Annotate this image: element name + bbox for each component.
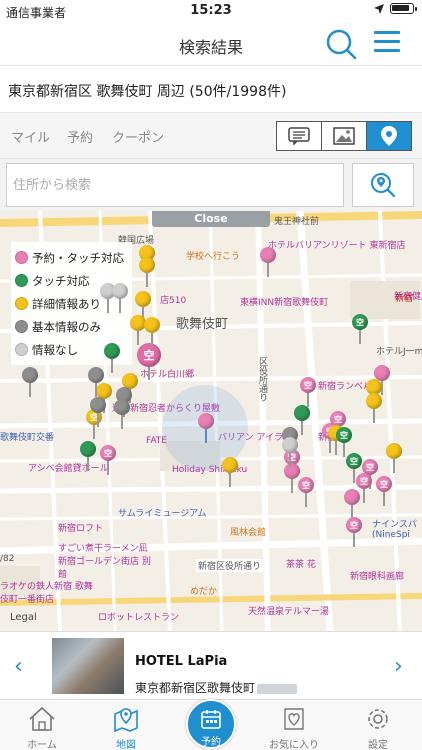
map-label: ホテルバリアンリゾート 東新宿店 [268,241,406,251]
hotel-pin[interactable] [260,247,276,277]
hotel-pin[interactable]: 空 [100,445,116,475]
hotel-pin[interactable] [144,317,160,347]
map-label: 東横INN新宿歌舞伎町 [240,298,329,308]
map-label: 新宿眼科画廊 [350,572,405,582]
tab-map[interactable]: 地図 [84,700,168,750]
favorites-icon [284,708,304,730]
location-arrow-icon [374,3,384,14]
hotel-thumbnail [52,638,124,694]
home-icon [29,706,55,731]
image-icon [333,127,355,145]
hotel-pin[interactable] [282,437,298,467]
hotel-pin[interactable] [114,399,130,429]
map-label: ホテルJ一mex [376,347,422,357]
hotel-pin[interactable]: 空 [346,453,362,483]
map-close-button[interactable]: Close [152,211,270,227]
battery-icon [390,3,417,14]
status-time: 15:23 [190,3,232,18]
tab-reserve[interactable]: 予約 [186,699,236,749]
map-district-label: 歌舞伎町 [176,317,229,332]
legend-swatch [15,251,28,264]
map-label: ナインスパ (NineSpi [372,520,417,540]
map-view[interactable]: Close 鬼王神社前 韓国広場 学校へ行こう ホテルバリアンリゾート 東新宿店… [0,211,422,631]
map-label: アシベ会館貸ホール [28,464,109,474]
gear-icon [368,709,388,729]
hotel-card[interactable]: ‹ HOTEL LaPia 東京都新宿区歌舞伎町 › [0,631,422,699]
legend-item: 予約・タッチ対応 [15,246,124,269]
map-view-button[interactable] [367,122,411,150]
list-icon [288,127,310,145]
hotel-pin[interactable] [386,443,402,473]
legend-item: 基本情報のみ [15,315,124,338]
hotel-pin[interactable] [104,343,120,373]
locate-button[interactable] [352,163,414,207]
hotel-pin[interactable]: 空 [298,477,314,507]
hotel-pin[interactable]: 空 [346,517,362,547]
map-label: 新宿ロフト [58,524,104,534]
filter-tab-coupon[interactable]: クーポン [112,127,164,146]
view-toggle [276,121,412,151]
hotel-name: HOTEL LaPia [135,654,228,669]
legend-swatch [15,297,28,310]
filter-tab-mile[interactable]: マイル [11,127,50,146]
map-label: 店510 [160,296,187,306]
map-label: 歌舞伎町交番 [0,433,55,443]
map-pin-icon [381,126,397,146]
tab-favorites[interactable]: お気に入り [252,700,336,750]
previous-arrow-icon[interactable]: ‹ [14,654,23,679]
map-label: 茶茶 花 [286,560,316,570]
location-summary: 東京都新宿区 歌舞伎町 周辺 (50件/1998件) [8,84,287,100]
location-bar: 東京都新宿区 歌舞伎町 周辺 (50件/1998件) [0,67,422,113]
location-search-icon [371,173,396,198]
hotel-pin[interactable] [90,397,106,427]
map-label: 新宿区役所通り [196,559,264,572]
hotel-pin[interactable] [344,489,360,519]
map-label: サムライミュージアム [118,509,207,519]
filter-bar: マイル 予約 クーポン [0,113,422,159]
map-label: めだか [190,587,218,597]
hotel-pin[interactable]: 空 [300,377,316,407]
hotel-pin[interactable]: 空 [137,343,161,381]
page-title: 検索結果 [178,38,243,57]
hotel-pin[interactable] [112,283,128,313]
nav-bar: 検索結果 [0,22,422,66]
map-label: すごい煮干ラーメン凪 新宿ゴールデン街店 別館 [58,544,151,580]
map-label: 区役所通り [257,357,267,402]
hotel-pin[interactable] [222,457,238,487]
map-legal-link[interactable]: Legal [10,612,37,623]
hotel-pin[interactable] [88,367,104,397]
tab-home[interactable]: ホーム [0,700,84,750]
filter-tab-reservation[interactable]: 予約 [67,127,93,146]
map-label: /82 [0,554,15,564]
hotel-pin[interactable]: 空 [352,314,368,344]
legend-swatch [15,274,28,287]
map-label: ラオケの鉄人新宿 歌舞伎町一番街店 [0,582,93,605]
map-label: ロボットレストラン [98,613,180,623]
legend-swatch [15,343,28,356]
map-label: 新宿 [395,294,414,304]
map-label: 風林会館 [230,528,267,538]
address-search-area [0,159,422,211]
hotel-pin[interactable]: 空 [376,476,392,506]
calendar-icon [201,710,221,729]
hotel-pin[interactable] [22,367,38,397]
selected-hotel-pin[interactable] [198,413,214,443]
hotel-pin[interactable] [80,441,96,471]
tab-settings[interactable]: 設定 [336,700,420,750]
map-label: 天然温泉テルマー湯 [248,607,330,617]
legend-swatch [15,320,28,333]
hotel-pin[interactable] [139,257,155,287]
status-bar: 通信事業者 15:23 [0,0,422,22]
map-label: 鬼王神社前 [274,217,320,227]
map-label: 学校へ行こう [186,252,241,262]
hotel-pin[interactable] [366,393,382,423]
address-search-input[interactable] [6,163,344,207]
search-icon[interactable] [325,28,357,60]
menu-icon[interactable] [374,31,400,57]
list-view-button[interactable] [277,122,322,150]
next-arrow-icon[interactable]: › [394,654,403,679]
photo-view-button[interactable] [322,122,367,150]
hotel-address: 東京都新宿区歌舞伎町 [135,679,298,696]
map-icon [114,708,138,732]
